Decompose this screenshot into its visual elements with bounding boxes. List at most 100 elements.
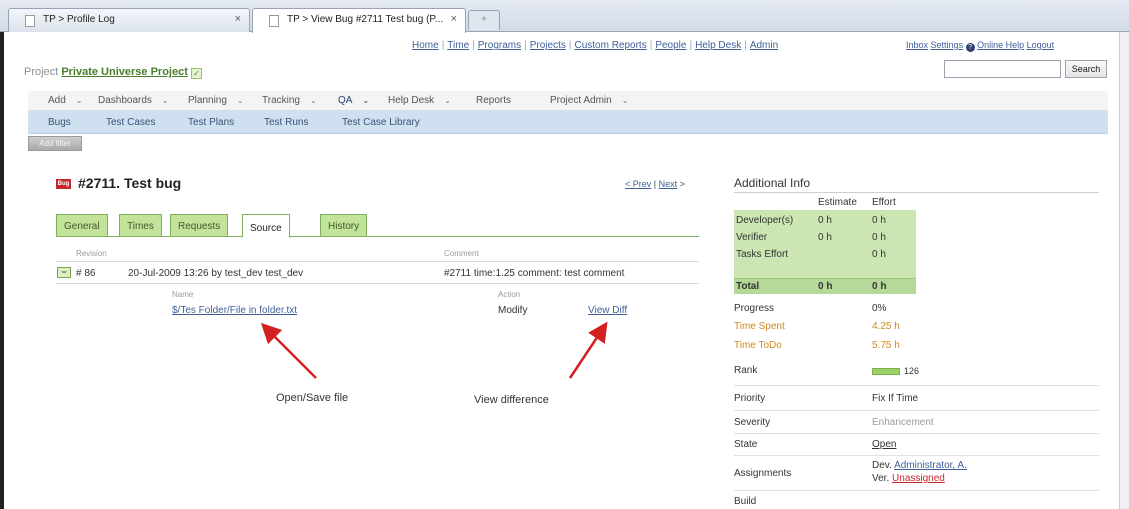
rank-label: Rank: [734, 365, 758, 376]
name-column-header: Name: [172, 290, 194, 299]
submenu-bugs[interactable]: Bugs: [48, 117, 71, 128]
menu-planning[interactable]: Planning ⌄: [188, 95, 244, 106]
submenu-test-case-library[interactable]: Test Case Library: [342, 117, 420, 128]
custom-reports-link[interactable]: Custom Reports: [574, 40, 646, 51]
file-link[interactable]: $/Tes Folder/File in folder.txt: [172, 305, 297, 316]
chevron-down-icon: ⌄: [161, 96, 169, 105]
annotation-view-difference: View difference: [474, 394, 549, 406]
inbox-link[interactable]: Inbox: [906, 40, 928, 50]
divider: [734, 192, 1099, 193]
effort-total-label: Total: [736, 281, 760, 292]
tab-source[interactable]: Source: [242, 214, 290, 238]
browser-tab-profile-log[interactable]: TP > Profile Log ×: [8, 8, 250, 32]
revision-number: # 86: [76, 268, 96, 279]
project-name-link[interactable]: Private Universe Project: [61, 66, 188, 78]
browser-tab-view-bug[interactable]: TP > View Bug #2711 Test bug (P... ×: [252, 8, 466, 33]
file-action: Modify: [498, 305, 528, 316]
help-icon: ?: [965, 43, 975, 52]
rank-bar: [872, 368, 900, 375]
next-link[interactable]: Next: [659, 179, 678, 189]
menu-add[interactable]: Add ⌄: [48, 95, 83, 106]
collapse-icon[interactable]: −: [57, 267, 71, 278]
divider: [734, 490, 1099, 491]
add-filter-button[interactable]: Add filter: [28, 136, 82, 151]
commit-info: 20-Jul-2009 13:26 by test_dev test_dev: [128, 268, 304, 279]
tab-history[interactable]: History: [320, 214, 368, 237]
assignment-dev: Dev. Administrator, A.: [872, 460, 967, 471]
check-icon: ✓: [190, 68, 202, 79]
project-header: Project Private Universe Project ✓: [24, 66, 202, 79]
search-input[interactable]: [944, 60, 1061, 78]
menu-help-desk[interactable]: Help Desk ⌄: [388, 95, 451, 106]
new-tab-button[interactable]: +: [468, 10, 500, 30]
tab-requests[interactable]: Requests: [170, 214, 229, 237]
chevron-down-icon: ⌄: [621, 96, 629, 105]
estimate-column-header: Estimate: [818, 197, 857, 208]
online-help-link[interactable]: Online Help: [977, 40, 1024, 50]
revision-column-header: Revision: [76, 249, 107, 258]
tab-general[interactable]: General: [56, 214, 108, 237]
programs-link[interactable]: Programs: [478, 40, 521, 51]
additional-info-title: Additional Info: [734, 176, 811, 190]
submenu-test-runs[interactable]: Test Runs: [264, 117, 308, 128]
chevron-down-icon: ⌄: [309, 96, 317, 105]
progress-label: Progress: [734, 303, 775, 314]
arrow-to-file-link: [260, 322, 317, 379]
submenu-test-plans[interactable]: Test Plans: [188, 117, 234, 128]
effort-column-header: Effort: [872, 197, 896, 208]
menu-dashboards[interactable]: Dashboards ⌄: [98, 95, 169, 106]
priority-label: Priority: [734, 393, 766, 404]
arrow-to-view-diff: [568, 321, 608, 379]
admin-link[interactable]: Admin: [750, 40, 778, 51]
window-frame-left: [0, 32, 4, 509]
effort-row-estimate: 0 h: [818, 232, 832, 243]
scrollbar[interactable]: [1119, 32, 1129, 509]
bug-title: #2711. Test bug: [78, 175, 182, 191]
divider: [56, 261, 699, 262]
action-column-header: Action: [498, 290, 521, 299]
time-link[interactable]: Time: [447, 40, 469, 51]
dev-assignee-link[interactable]: Administrator, A.: [894, 460, 967, 471]
effort-row-label: Tasks Effort: [736, 249, 789, 260]
page-icon: [269, 15, 279, 27]
prev-link[interactable]: < Prev: [625, 179, 651, 189]
annotation-open-save: Open/Save file: [276, 392, 349, 404]
verifier-assignee-link[interactable]: Unassigned: [892, 473, 945, 484]
divider: [734, 433, 1099, 434]
tab-times[interactable]: Times: [119, 214, 162, 237]
chevron-down-icon: ⌄: [362, 96, 370, 105]
effort-total-effort: 0 h: [872, 281, 887, 292]
logout-link[interactable]: Logout: [1027, 40, 1055, 50]
projects-link[interactable]: Projects: [530, 40, 566, 51]
view-diff-link[interactable]: View Diff: [588, 305, 627, 316]
page-icon: [25, 15, 35, 27]
user-links: Inbox Settings ? Online Help Logout: [906, 40, 1054, 52]
home-link[interactable]: Home: [412, 40, 439, 51]
effort-row-estimate: 0 h: [818, 215, 832, 226]
priority-value: Fix If Time: [872, 393, 919, 404]
effort-row-label: Developer(s): [736, 215, 794, 226]
browser-tab-strip: TP > Profile Log × TP > View Bug #2711 T…: [0, 0, 1129, 33]
menu-qa[interactable]: QA ⌄: [338, 95, 369, 106]
main-menu: Add ⌄ Dashboards ⌄ Planning ⌄ Tracking ⌄ QA ⌄…: [28, 91, 1108, 111]
comment-column-header: Comment: [444, 249, 479, 258]
search-button[interactable]: Search: [1065, 60, 1107, 78]
assignments-label: Assignments: [734, 468, 792, 479]
menu-tracking[interactable]: Tracking ⌄: [262, 95, 317, 106]
prev-next-nav: < Prev | Next >: [625, 179, 685, 189]
state-link[interactable]: Open: [872, 439, 896, 450]
help-desk-link[interactable]: Help Desk: [695, 40, 741, 51]
settings-link[interactable]: Settings: [931, 40, 964, 50]
time-spent-value: 4.25 h: [872, 321, 900, 332]
assignment-verifier: Ver. Unassigned: [872, 473, 945, 484]
menu-reports[interactable]: Reports: [476, 95, 521, 106]
top-navigation-links: Home | Time | Programs | Projects | Custom Repor…: [412, 40, 779, 51]
chevron-down-icon: ⌄: [236, 96, 244, 105]
close-icon[interactable]: ×: [235, 13, 241, 25]
menu-project-admin[interactable]: Project Admin ⌄: [550, 95, 628, 106]
divider: [734, 410, 1099, 411]
people-link[interactable]: People: [655, 40, 686, 51]
submenu-test-cases[interactable]: Test Cases: [106, 117, 155, 128]
close-icon[interactable]: ×: [451, 13, 457, 25]
project-label: Project: [24, 66, 59, 78]
